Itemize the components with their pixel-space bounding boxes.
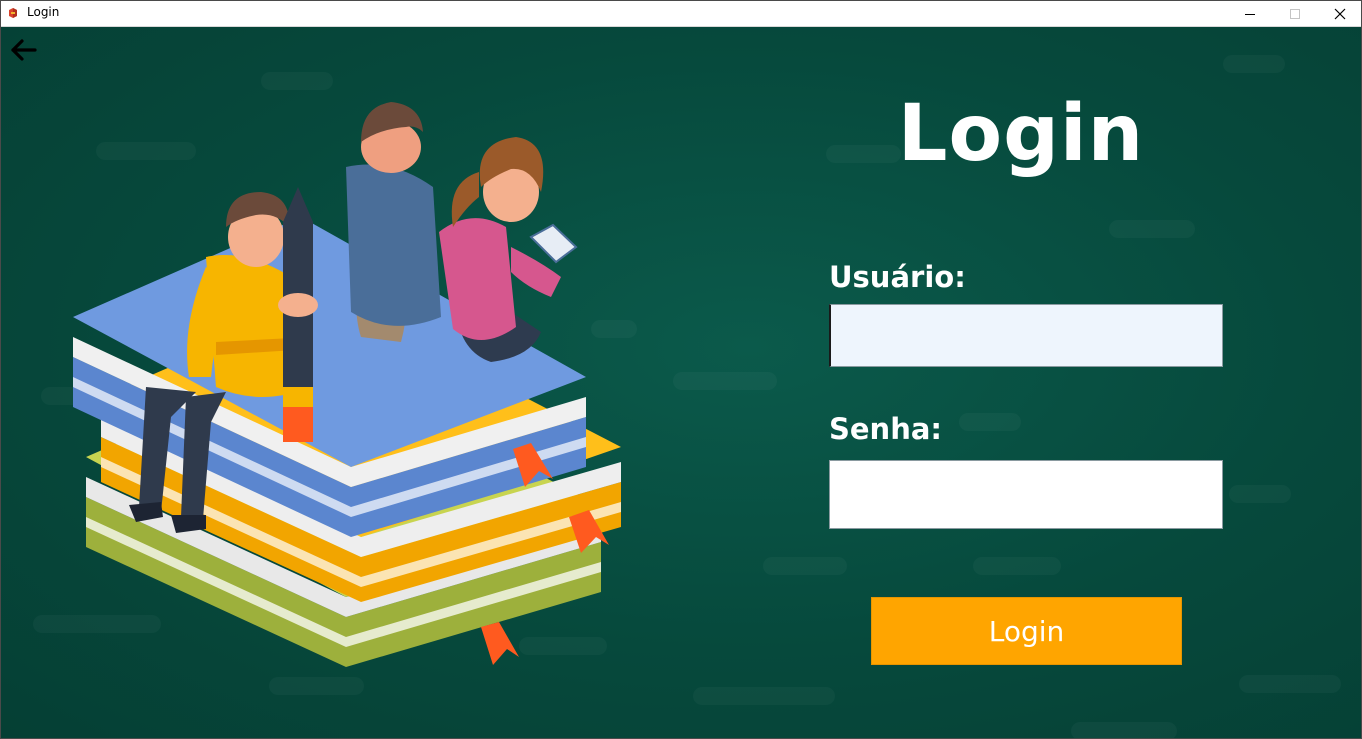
- student-back-view: [346, 102, 441, 342]
- student-girl-reading: [439, 137, 578, 362]
- background-decoration: [1109, 220, 1195, 238]
- background-decoration: [1229, 485, 1291, 503]
- background-decoration: [973, 557, 1061, 575]
- minimize-button[interactable]: [1227, 1, 1273, 26]
- login-panel: Login Usuário: Senha: Login: [1, 27, 1361, 738]
- close-icon: [1334, 8, 1346, 19]
- background-decoration: [673, 372, 777, 390]
- page-title: Login: [897, 89, 1145, 179]
- password-input[interactable]: [829, 460, 1223, 529]
- close-button[interactable]: [1317, 1, 1362, 26]
- background-decoration: [1071, 722, 1177, 738]
- minimize-icon: [1245, 13, 1255, 15]
- username-label: Usuário:: [829, 260, 966, 294]
- login-window: Login Login Usuário: Senha: Login: [0, 0, 1362, 739]
- background-decoration: [763, 557, 847, 575]
- back-button[interactable]: [9, 37, 39, 63]
- username-input[interactable]: [829, 304, 1223, 367]
- students-on-books-illustration: [73, 102, 621, 667]
- password-label: Senha:: [829, 412, 943, 446]
- background-decoration: [1239, 675, 1341, 693]
- login-button[interactable]: Login: [871, 597, 1182, 665]
- maximize-icon: [1290, 8, 1300, 19]
- background-decoration: [1223, 55, 1285, 73]
- background-decoration: [959, 413, 1021, 431]
- maximize-button[interactable]: [1272, 1, 1318, 26]
- window-title: Login: [27, 5, 60, 19]
- title-bar: Login: [1, 1, 1361, 27]
- background-decoration: [693, 687, 835, 705]
- arrow-left-icon: [11, 39, 37, 61]
- app-icon: [9, 8, 17, 18]
